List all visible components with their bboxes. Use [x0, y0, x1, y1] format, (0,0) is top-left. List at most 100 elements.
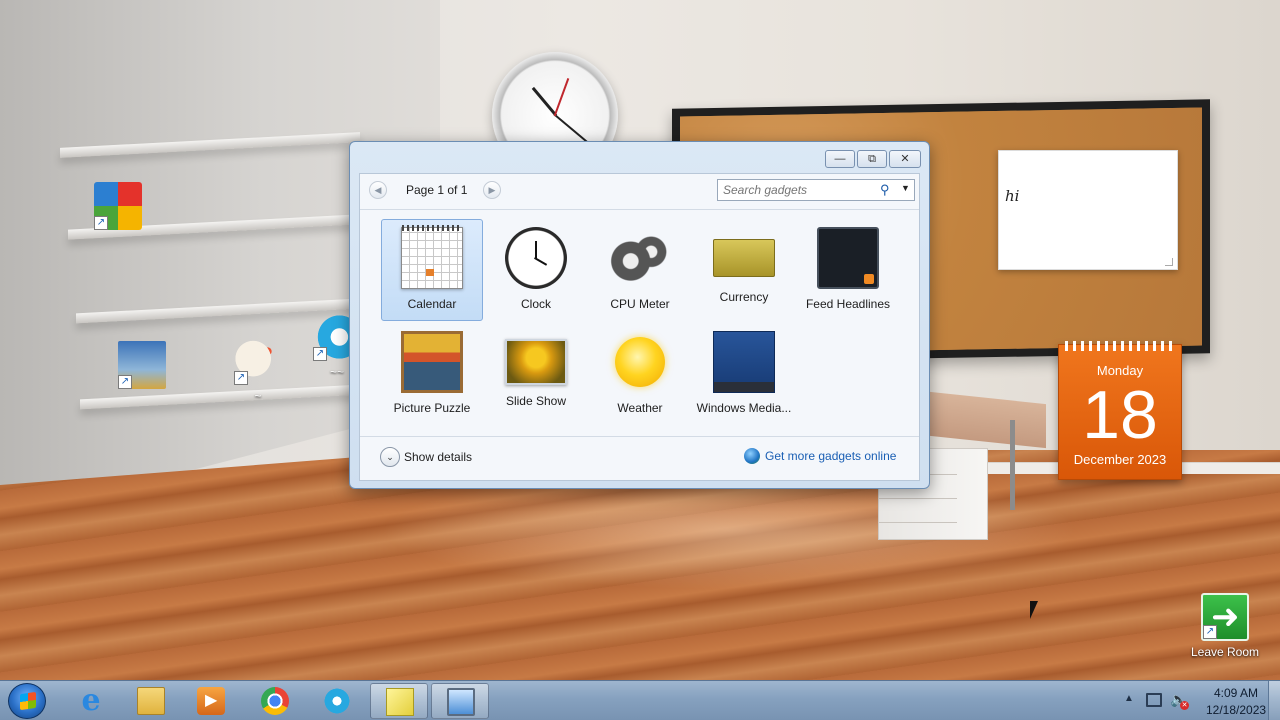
calendar-day: 18	[1082, 377, 1158, 453]
slide-show-gadget-icon	[505, 339, 567, 385]
gadget-cpu-meter[interactable]: CPU Meter	[589, 219, 691, 321]
gadget-name: Currency	[719, 290, 769, 304]
gallery-footer: ⌄ Show details Get more gadgets online	[360, 436, 919, 480]
calendar-today-marker	[426, 269, 434, 276]
wallpaper-desk-leg	[1010, 420, 1015, 510]
gadget-name: Slide Show	[505, 394, 567, 408]
gallery-panel: ◀ Page 1 of 1 ▶ ⚲ ▼ Calendar Clock CPU M…	[359, 173, 920, 481]
clock-second-hand	[553, 78, 570, 117]
gadget-name: Calendar	[407, 297, 457, 311]
gadget-name: Picture Puzzle	[393, 401, 471, 415]
gadget-name: Clock	[520, 297, 551, 311]
show-desktop-button[interactable]	[1268, 681, 1280, 720]
restore-button[interactable]: ⧉	[857, 150, 887, 168]
clock-minute-hand	[553, 113, 589, 144]
taskbar: e ▲ 🔈 ✕ 4:09 AM 12/18/2023	[0, 680, 1280, 720]
mouse-cursor-icon	[1030, 601, 1046, 619]
shortcut-arrow-icon: ↗	[313, 347, 327, 361]
leave-room-icon: ↗	[1201, 593, 1249, 641]
gadget-name: Feed Headlines	[805, 297, 891, 311]
search-icon[interactable]: ⚲	[880, 182, 890, 198]
taskbar-item-kodi[interactable]	[308, 683, 366, 719]
gadget-gallery-window[interactable]: — ⧉ ✕ ◀ Page 1 of 1 ▶ ⚲ ▼ Calendar Clock	[349, 141, 930, 489]
cpu-meter-gadget-icon	[609, 227, 671, 289]
wallpaper-desk	[930, 391, 1046, 449]
desktop-icon-avg[interactable]: ↗	[81, 182, 155, 234]
gallery-toolbar: ◀ Page 1 of 1 ▶ ⚲ ▼	[360, 174, 919, 210]
network-icon[interactable]	[1146, 693, 1162, 707]
picture-puzzle-gadget-icon	[401, 331, 463, 393]
notification-area: ▲ 🔈 ✕ 4:09 AM 12/18/2023	[1110, 681, 1280, 720]
tray-clock-time[interactable]: 4:09 AM	[1206, 686, 1266, 700]
clock-hour-hand	[531, 86, 558, 117]
gadget-windows-media-center[interactable]: Windows Media...	[693, 323, 795, 425]
desktop-icon-label: Leave Room	[1190, 645, 1260, 659]
show-hidden-icons-button[interactable]: ▲	[1124, 693, 1134, 704]
next-page-button[interactable]: ▶	[483, 181, 501, 199]
previous-page-button[interactable]: ◀	[369, 181, 387, 199]
media-player-icon	[197, 687, 225, 715]
calendar-rings-icon	[1065, 341, 1177, 351]
window-controls: — ⧉ ✕	[825, 150, 921, 168]
folder-icon	[137, 687, 165, 715]
search-box[interactable]: ⚲ ▼	[717, 179, 915, 201]
shortcut-arrow-icon: ↗	[94, 216, 108, 230]
calendar-gadget[interactable]: Monday 18 December 2023	[1058, 341, 1182, 480]
chrome-icon	[261, 687, 289, 715]
feed-headlines-gadget-icon	[817, 227, 879, 289]
shortcut-arrow-icon: ↗	[118, 375, 132, 389]
calendar-month-year: December 2023	[1073, 452, 1167, 467]
search-input[interactable]	[718, 180, 876, 200]
clock-gadget-icon	[505, 227, 567, 289]
gadgets-icon	[447, 688, 475, 716]
gadget-name: Weather	[617, 401, 663, 415]
show-details-link[interactable]: Show details	[404, 450, 472, 464]
tray-clock-date[interactable]: 12/18/2023	[1206, 703, 1266, 717]
calendar-gadget-icon	[401, 225, 463, 289]
taskbar-item-sticky-notes[interactable]	[370, 683, 428, 719]
desktop-icon-pubg[interactable]: ↗	[105, 341, 179, 393]
gadget-feed-headlines[interactable]: Feed Headlines	[797, 219, 899, 321]
taskbar-item-chrome[interactable]	[246, 683, 304, 719]
desktop-icon-paint[interactable]: ↗ ~	[221, 337, 295, 403]
gadget-weather[interactable]: Weather	[589, 323, 691, 425]
windows-media-center-gadget-icon	[713, 331, 775, 393]
sticky-note[interactable]: hi	[998, 150, 1178, 270]
close-button[interactable]: ✕	[889, 150, 921, 168]
sticky-note-text[interactable]: hi	[1005, 187, 1019, 205]
taskbar-item-explorer[interactable]	[122, 683, 180, 719]
desktop-icon-leave-room[interactable]: ↗ Leave Room	[1188, 593, 1262, 659]
paint-icon: ↗	[234, 337, 282, 385]
gadget-slide-show[interactable]: Slide Show	[485, 323, 587, 425]
taskbar-item-internet-explorer[interactable]: e	[62, 683, 120, 719]
resize-grip-icon[interactable]	[1165, 258, 1173, 266]
minimize-button[interactable]: —	[825, 150, 855, 168]
get-more-gadgets-link[interactable]: Get more gadgets online	[765, 449, 896, 463]
gadget-currency[interactable]: Currency	[693, 219, 795, 321]
currency-gadget-icon	[713, 239, 775, 277]
page-indicator: Page 1 of 1	[406, 183, 468, 197]
chevron-down-icon[interactable]: ▼	[901, 183, 910, 193]
desktop-icon-label: ~	[254, 389, 262, 403]
internet-explorer-icon: e	[81, 683, 101, 718]
shortcut-arrow-icon: ↗	[1203, 625, 1217, 639]
shortcut-arrow-icon: ↗	[234, 371, 248, 385]
gadget-clock[interactable]: Clock	[485, 219, 587, 321]
start-button[interactable]	[8, 683, 46, 719]
expand-details-button[interactable]: ⌄	[380, 447, 400, 467]
gadget-name: Windows Media...	[696, 401, 792, 415]
gadget-calendar[interactable]: Calendar	[381, 219, 483, 321]
gadget-picture-puzzle[interactable]: Picture Puzzle	[381, 323, 483, 425]
taskbar-item-gadget-gallery[interactable]	[431, 683, 489, 719]
gadget-name: CPU Meter	[610, 297, 670, 311]
drawer	[879, 501, 957, 523]
pubg-game-icon: ↗	[118, 341, 166, 389]
weather-gadget-icon	[615, 337, 665, 387]
gadget-list: Calendar Clock CPU Meter Currency Feed H…	[371, 219, 911, 429]
taskbar-item-media-player[interactable]	[182, 683, 240, 719]
kodi-icon	[323, 687, 351, 715]
calendar-weekday: Monday	[1096, 363, 1144, 378]
muted-icon: ✕	[1180, 701, 1189, 710]
sticky-notes-icon	[386, 688, 414, 716]
globe-icon	[744, 448, 760, 464]
